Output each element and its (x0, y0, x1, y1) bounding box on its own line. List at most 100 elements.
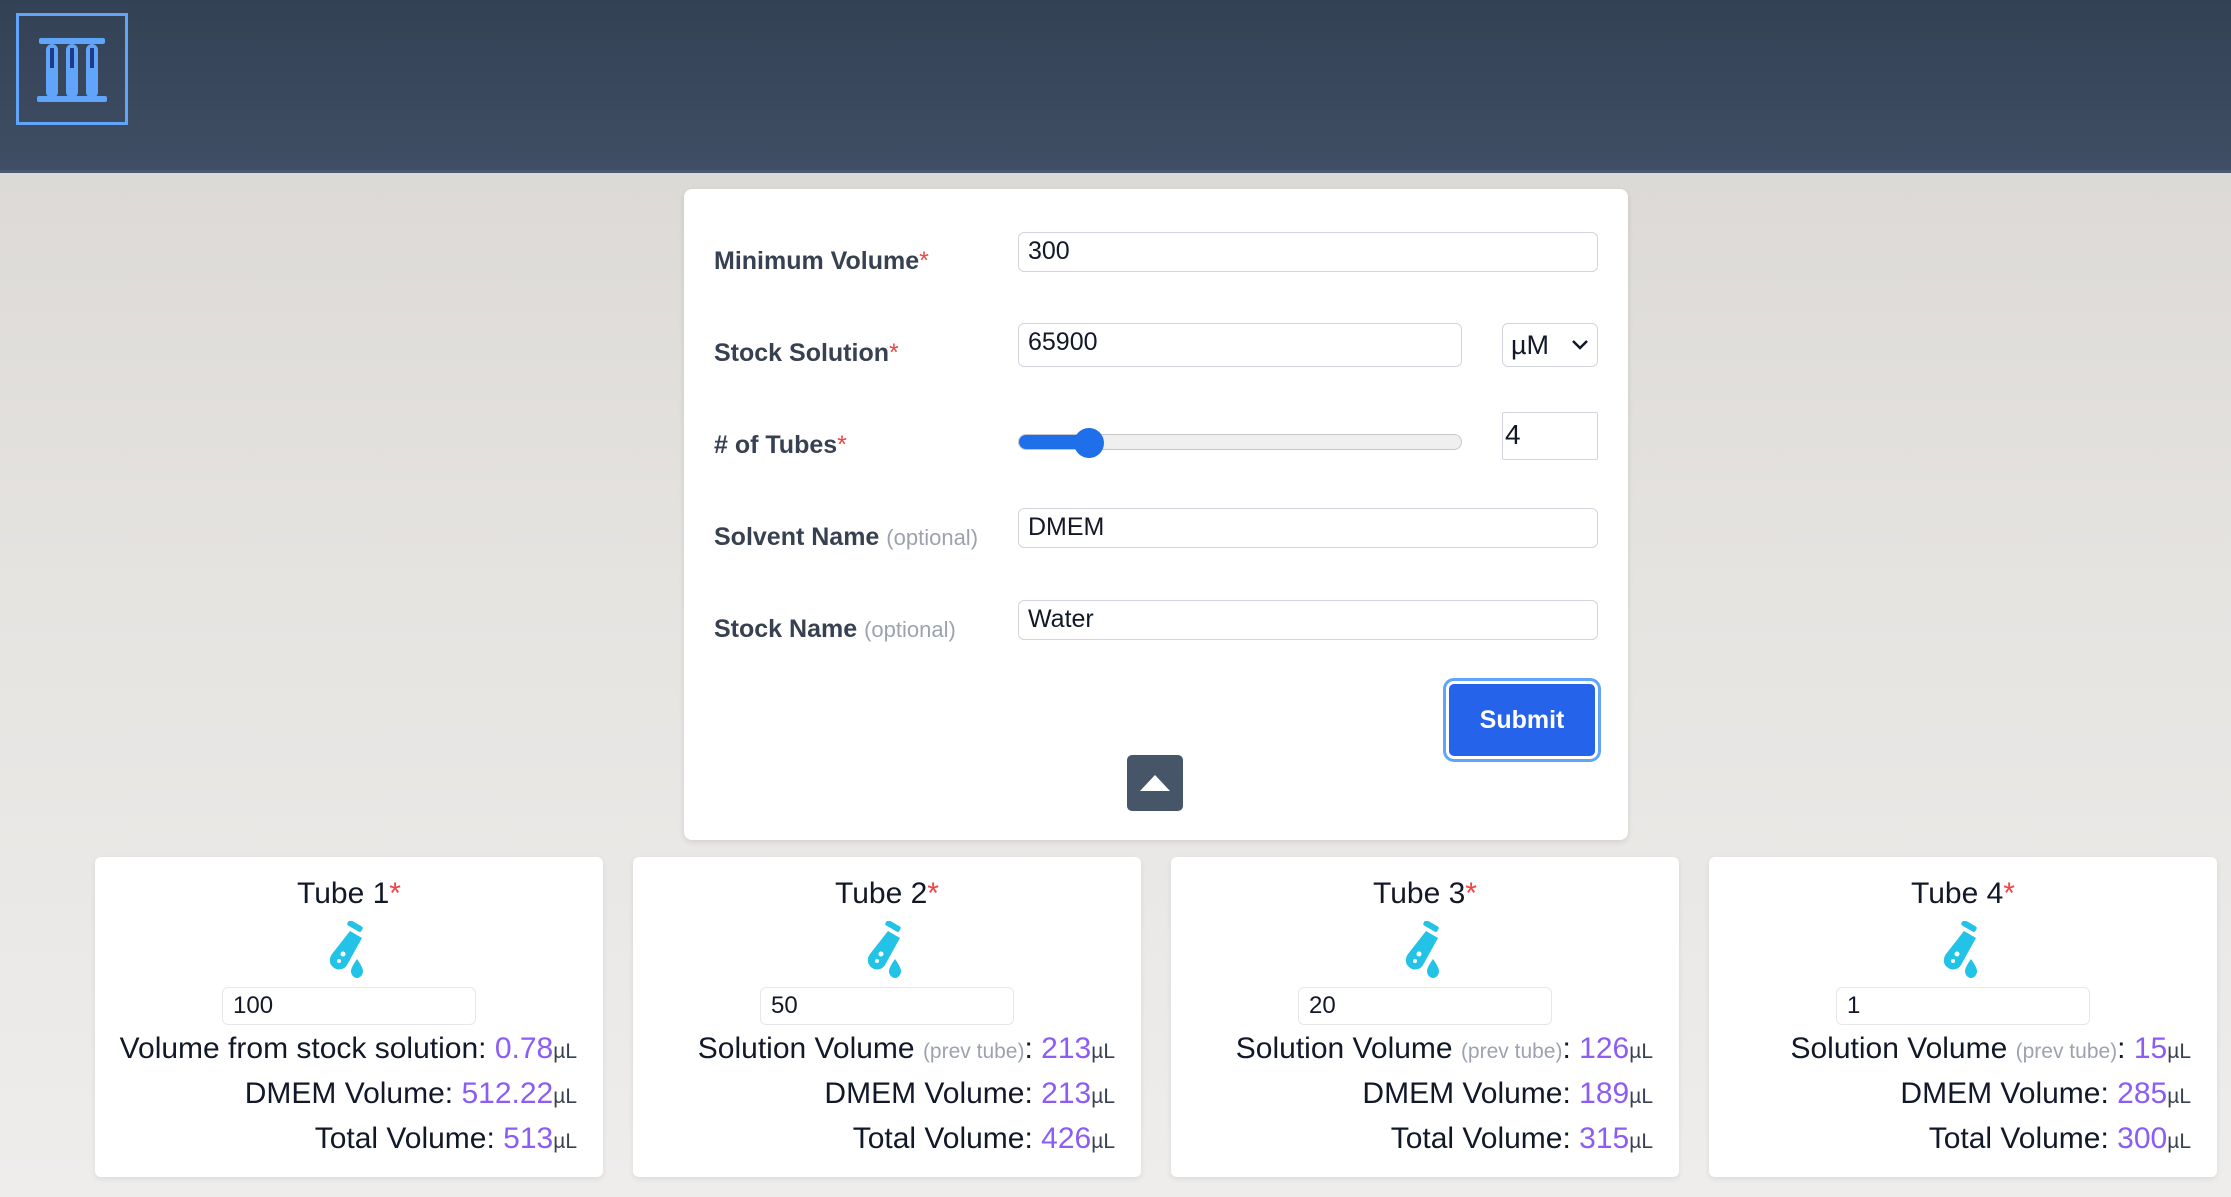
tube-card-4: Tube 4* 1 Solution Volume (prev tube): 1… (1709, 857, 2217, 1177)
stock-name-input[interactable]: Water (1018, 600, 1598, 640)
min-volume-label-text: Minimum Volume (714, 247, 920, 275)
tube-title: Tube 4* (1709, 877, 2217, 911)
stock-volume-value: 15 (2133, 1032, 2168, 1065)
solvent-volume-label: DMEM Volume: (1900, 1077, 2118, 1110)
dilution-form: Minimum Volume* 300 Stock Solution* 6590… (684, 189, 1628, 840)
solvent-volume-value: 189 (1579, 1077, 1630, 1110)
tubes-slider-thumb[interactable] (1074, 428, 1105, 458)
solvent-name-label-text: Solvent Name (714, 523, 880, 551)
stock-volume-label: Solution Volume (697, 1032, 923, 1065)
tube-dilution-input[interactable]: 1 (1836, 987, 2090, 1025)
volume-unit: µL (2167, 1085, 2191, 1108)
tubes-count-input[interactable]: 4 (1502, 412, 1598, 460)
volume-unit: µL (1629, 1130, 1653, 1153)
tube-line-solvent-volume: DMEM Volume: 285µL (1900, 1077, 2191, 1111)
stock-solution-label-text: Stock Solution (714, 339, 889, 367)
tube-dilution-input[interactable]: 50 (760, 987, 1014, 1025)
volume-unit: µL (1629, 1040, 1653, 1063)
total-volume-label: Total Volume: (1928, 1122, 2118, 1155)
required-asterisk: * (2003, 877, 2015, 910)
tube-card-2: Tube 2* 50 Solution Volume (prev tube): … (633, 857, 1141, 1177)
colon-text: : (1562, 1032, 1580, 1065)
stock-volume-value: 126 (1579, 1032, 1630, 1065)
colon-text: : (2117, 1032, 2134, 1065)
tube-line-total-volume: Total Volume: 513µL (315, 1122, 577, 1156)
total-volume-value: 513 (503, 1122, 554, 1155)
tube-title-text: Tube 4 (1911, 877, 2004, 910)
colon-text: : (1024, 1032, 1042, 1065)
optional-hint: (optional) (886, 525, 979, 550)
total-volume-value: 426 (1041, 1122, 1092, 1155)
required-asterisk: * (837, 431, 847, 459)
total-volume-label: Total Volume: (314, 1122, 504, 1155)
app-logo[interactable] (16, 13, 128, 125)
chevron-down-icon (1572, 340, 1588, 350)
required-asterisk: * (389, 877, 401, 910)
stock-volume-value: 0.78 (494, 1032, 554, 1065)
volume-unit: µL (553, 1040, 577, 1063)
tube-title-text: Tube 2 (835, 877, 928, 910)
min-volume-label: Minimum Volume* (714, 247, 929, 276)
solvent-name-input[interactable]: DMEM (1018, 508, 1598, 548)
tube-title: Tube 2* (633, 877, 1141, 911)
volume-unit: µL (553, 1130, 577, 1153)
solvent-volume-value: 285 (2117, 1077, 2168, 1110)
tube-line-stock-volume: Solution Volume (prev tube): 126µL (1236, 1032, 1653, 1066)
total-volume-label: Total Volume: (1390, 1122, 1580, 1155)
tube-line-stock-volume: Solution Volume (prev tube): 213µL (698, 1032, 1115, 1066)
volume-unit: µL (2167, 1040, 2191, 1063)
tube-card-3: Tube 3* 20 Solution Volume (prev tube): … (1171, 857, 1679, 1177)
volume-unit: µL (2167, 1130, 2191, 1153)
tube-line-total-volume: Total Volume: 300µL (1929, 1122, 2191, 1156)
solvent-volume-label: DMEM Volume: (824, 1077, 1042, 1110)
triangle-up-icon (1140, 775, 1170, 791)
tube-title: Tube 3* (1171, 877, 1679, 911)
tube-line-solvent-volume: DMEM Volume: 189µL (1362, 1077, 1653, 1111)
total-volume-label: Total Volume: (852, 1122, 1042, 1155)
total-volume-value: 315 (1579, 1122, 1630, 1155)
required-asterisk: * (889, 339, 899, 367)
stock-solution-input[interactable]: 65900 (1018, 323, 1462, 367)
submit-button[interactable]: Submit (1443, 678, 1601, 762)
solvent-volume-label: DMEM Volume: (244, 1077, 462, 1110)
concentration-unit-select[interactable]: µM (1502, 323, 1598, 367)
tubes-count-label: # of Tubes* (714, 431, 847, 460)
stock-name-label: Stock Name (optional) (714, 615, 956, 644)
test-tube-icon (1943, 921, 1977, 978)
test-tube-icon (867, 921, 901, 978)
test-tube-icon (1405, 921, 1439, 978)
stock-name-label-text: Stock Name (714, 615, 858, 643)
tube-title-text: Tube 3 (1373, 877, 1466, 910)
tube-dilution-input[interactable]: 20 (1298, 987, 1552, 1025)
tube-dilution-input[interactable]: 100 (222, 987, 476, 1025)
stock-solution-label: Stock Solution* (714, 339, 899, 368)
stock-volume-label: Volume from stock solution: (119, 1032, 495, 1065)
stock-volume-label: Solution Volume (1790, 1032, 2016, 1065)
required-asterisk: * (919, 247, 929, 275)
tube-line-total-volume: Total Volume: 426µL (853, 1122, 1115, 1156)
solvent-name-label: Solvent Name (optional) (714, 523, 978, 552)
top-navbar (0, 0, 2231, 173)
tube-line-stock-volume: Solution Volume (prev tube): 15µL (1790, 1032, 2191, 1066)
min-volume-input[interactable]: 300 (1018, 232, 1598, 272)
collapse-form-button[interactable] (1127, 755, 1183, 811)
volume-unit: µL (1629, 1085, 1653, 1108)
tube-line-stock-volume: Volume from stock solution: 0.78µL (120, 1032, 577, 1066)
prev-tube-hint: (prev tube) (2015, 1040, 2118, 1063)
tube-line-solvent-volume: DMEM Volume: 213µL (824, 1077, 1115, 1111)
solvent-volume-value: 213 (1041, 1077, 1092, 1110)
tubes-count-label-text: # of Tubes (714, 431, 838, 459)
test-tubes-rack-icon (37, 38, 107, 102)
required-asterisk: * (927, 877, 939, 910)
tube-line-solvent-volume: DMEM Volume: 512.22µL (245, 1077, 577, 1111)
optional-hint: (optional) (864, 617, 956, 642)
tube-line-total-volume: Total Volume: 315µL (1391, 1122, 1653, 1156)
volume-unit: µL (1091, 1130, 1115, 1153)
required-asterisk: * (1465, 877, 1477, 910)
stock-volume-label: Solution Volume (1235, 1032, 1461, 1065)
test-tube-icon (329, 921, 363, 978)
unit-select-value: µM (1511, 329, 1550, 360)
prev-tube-hint: (prev tube) (1460, 1040, 1563, 1063)
stock-volume-value: 213 (1041, 1032, 1092, 1065)
volume-unit: µL (1091, 1040, 1115, 1063)
